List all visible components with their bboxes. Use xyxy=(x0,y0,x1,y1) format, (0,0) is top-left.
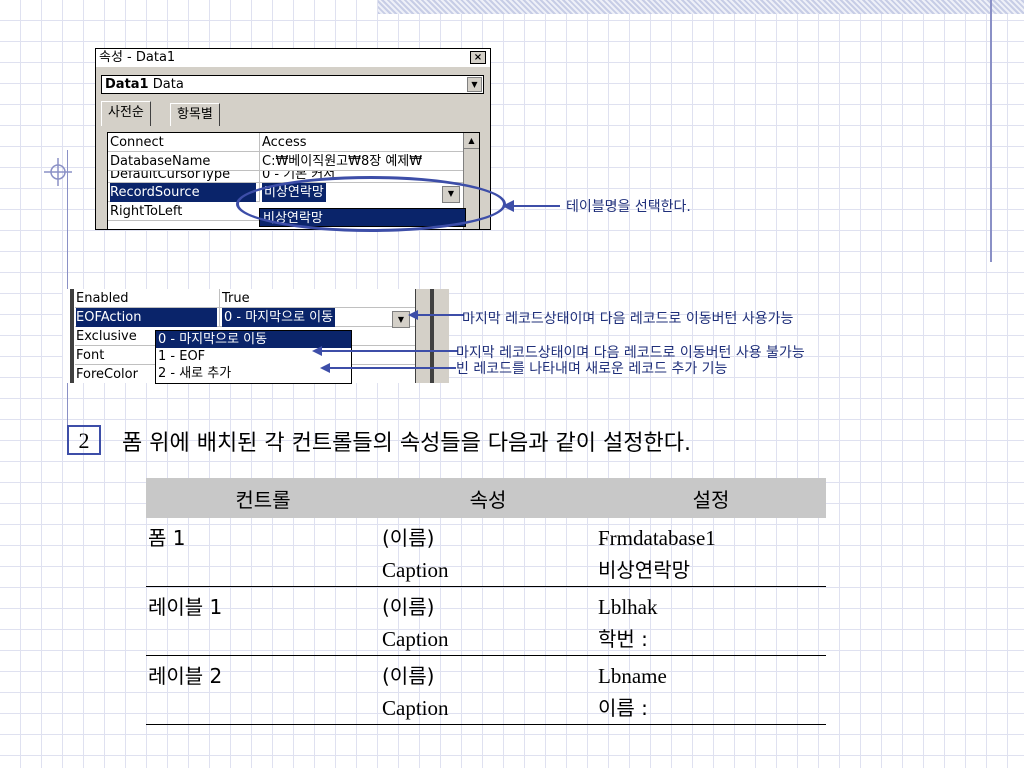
property-name: DatabaseName xyxy=(110,154,211,169)
property-name-cell: Caption xyxy=(382,558,449,582)
property-row[interactable]: Connect Access xyxy=(108,133,468,152)
control-properties-table: 컨트롤 속성 설정 폼 1 (이름) Caption Frmdatabase1 … xyxy=(146,478,826,725)
property-name-cell: (이름) xyxy=(382,526,435,550)
arrow-left-icon xyxy=(312,346,458,356)
setting-value: 이름 : xyxy=(598,696,648,720)
header-hatch-band xyxy=(378,0,1024,14)
crosshair-icon xyxy=(44,158,72,186)
property-row-eofaction[interactable]: EOFAction 0 - 마지막으로 이동 xyxy=(75,308,415,327)
step-instruction: 폼 위에 배치된 각 컨트롤들의 속성들을 다음과 같이 설정한다. xyxy=(122,431,691,456)
cell-settings: Lbname 이름 : xyxy=(596,655,826,725)
arrow-left-icon xyxy=(408,310,464,320)
property-name: Connect xyxy=(110,135,164,150)
property-name-cell: (이름) xyxy=(382,664,435,688)
property-name: Enabled xyxy=(76,291,129,306)
highlight-ellipse xyxy=(236,176,506,232)
property-value: True xyxy=(219,289,418,308)
setting-value: 학번 : xyxy=(598,627,648,651)
setting-value: Lbname xyxy=(598,664,667,688)
scroll-up-icon[interactable]: ▲ xyxy=(464,133,479,149)
table-row: 레이블 2 (이름) Caption Lbname 이름 : xyxy=(146,655,826,725)
window-title-text: 속성 - Data1 xyxy=(99,50,176,65)
object-selector[interactable]: Data1 Data ▼ xyxy=(101,75,484,94)
decorative-vertical-line xyxy=(990,0,992,262)
property-name-cell: (이름) xyxy=(382,595,435,619)
cell-settings: Frmdatabase1 비상연락망 xyxy=(596,518,826,587)
tab-categorized[interactable]: 항목별 xyxy=(170,103,220,126)
cell-control: 폼 1 xyxy=(146,518,380,587)
annotation-recordsource: 테이블명을 선택한다. xyxy=(566,199,691,215)
chevron-down-icon[interactable]: ▼ xyxy=(467,77,482,92)
table-row: 레이블 1 (이름) Caption Lblhak 학번 : xyxy=(146,586,826,656)
cell-properties: (이름) Caption xyxy=(380,655,596,725)
tab-alphabetic[interactable]: 사전순 xyxy=(101,101,151,126)
cell-control: 레이블 1 xyxy=(146,586,380,656)
property-name: EOFAction xyxy=(76,308,217,327)
setting-value: Lblhak xyxy=(598,595,658,619)
arrow-left-icon xyxy=(502,200,560,212)
annotation-eof-option-0: 마지막 레코드상태이며 다음 레코드로 이동버턴 사용가능 xyxy=(462,311,794,327)
table-row: 폼 1 (이름) Caption Frmdatabase1 비상연락망 xyxy=(146,518,826,587)
header-property: 속성 xyxy=(380,478,596,518)
property-name: DefaultCursorType xyxy=(110,171,231,182)
setting-value: Frmdatabase1 xyxy=(598,526,716,550)
eofaction-dropdown: 0 - 마지막으로 이동 1 - EOF 2 - 새로 추가 xyxy=(155,330,352,384)
annotation-eof-option-2: 빈 레코드를 나타내며 새로운 레코드 추가 기능 xyxy=(456,361,728,377)
eofaction-combo[interactable]: 0 - 마지막으로 이동 xyxy=(222,308,336,327)
cell-settings: Lblhak 학번 : xyxy=(596,586,826,656)
properties-window-title: 속성 - Data1 × xyxy=(96,49,490,67)
property-name-cell: Caption xyxy=(382,627,449,651)
header-control: 컨트롤 xyxy=(146,478,380,518)
property-row[interactable]: DatabaseName C:₩베이직원고₩8장 예제₩ xyxy=(108,152,468,171)
object-type: Data xyxy=(152,77,184,92)
property-name-cell: Caption xyxy=(382,696,449,720)
header-setting: 설정 xyxy=(596,478,826,518)
property-value[interactable]: 0 - 마지막으로 이동 xyxy=(219,308,418,327)
property-name: RecordSource xyxy=(110,183,256,202)
table-header-row: 컨트롤 속성 설정 xyxy=(146,478,826,518)
object-name: Data1 xyxy=(105,77,149,92)
property-name: RightToLeft xyxy=(110,204,183,219)
property-value: Access xyxy=(259,133,469,152)
step-number: 2 xyxy=(67,425,101,455)
property-row[interactable]: Enabled True xyxy=(75,289,415,308)
setting-value: 비상연락망 xyxy=(598,558,690,582)
arrow-left-icon xyxy=(320,363,456,373)
property-value: C:₩베이직원고₩8장 예제₩ xyxy=(259,152,469,171)
cell-properties: (이름) Caption xyxy=(380,586,596,656)
close-button[interactable]: × xyxy=(470,51,486,64)
cell-properties: (이름) Caption xyxy=(380,518,596,587)
cell-control: 레이블 2 xyxy=(146,655,380,725)
